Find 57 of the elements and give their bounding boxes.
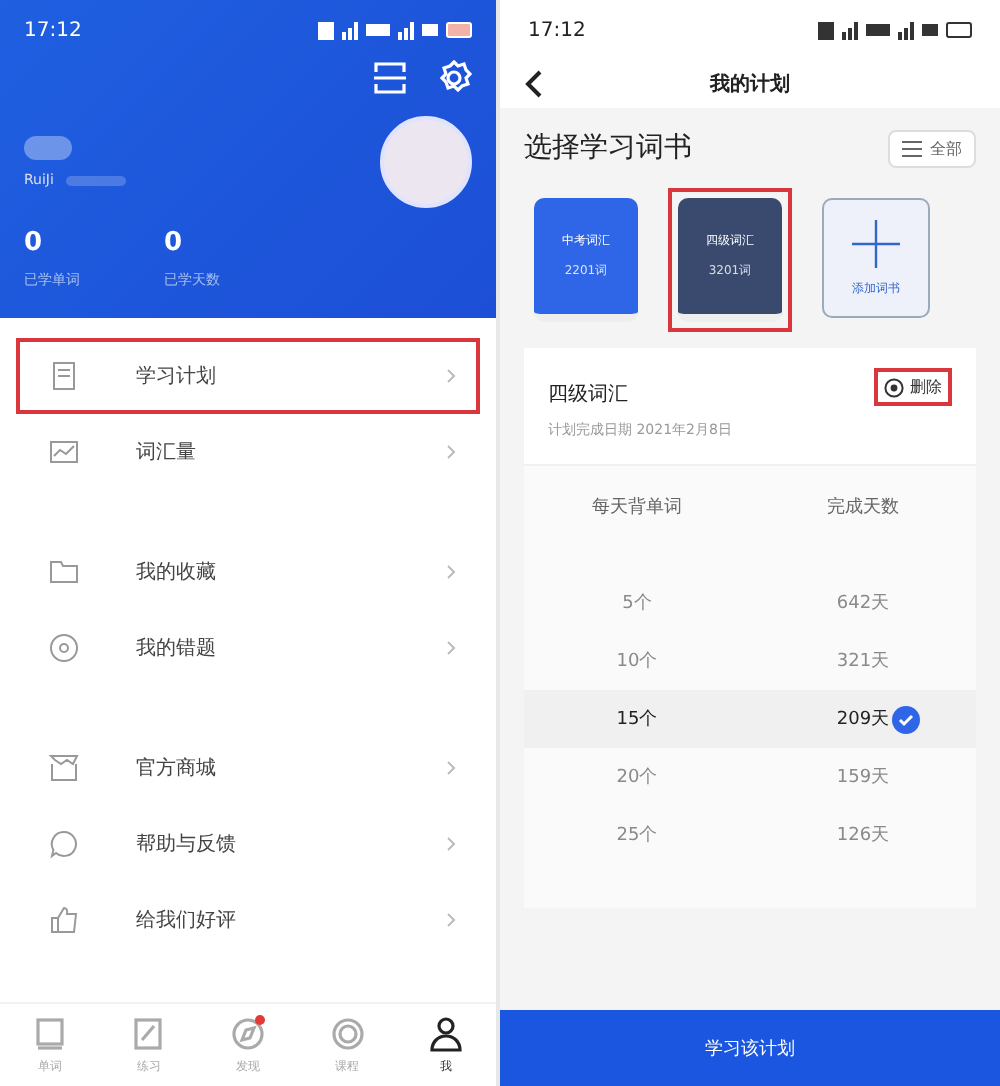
submit-button[interactable]: 学习该计划 xyxy=(500,1010,1000,1086)
plan-book-name: 四级词汇 xyxy=(548,382,630,408)
chevron-right-icon xyxy=(446,443,456,460)
battery-icon xyxy=(446,22,472,38)
signal-icon xyxy=(342,21,358,39)
chevron-right-icon xyxy=(446,911,456,928)
status-time: 17:12 xyxy=(24,19,82,41)
redacted-name xyxy=(24,136,72,160)
all-button[interactable]: 全部 xyxy=(888,129,976,167)
plan-option[interactable]: 10个 321天 xyxy=(524,632,976,690)
status-time: 17:12 xyxy=(528,19,586,41)
plus-icon xyxy=(852,219,900,267)
plan-option[interactable]: 25个 126天 xyxy=(524,806,976,864)
coin-icon xyxy=(327,1013,368,1054)
signal-icon xyxy=(398,21,414,39)
signal-icon xyxy=(898,21,914,39)
menu-item[interactable]: 词汇量 xyxy=(16,413,480,490)
thumbs-up-icon xyxy=(48,903,80,936)
target-icon xyxy=(884,377,904,397)
back-icon[interactable] xyxy=(524,70,544,98)
menu-item[interactable]: 官方商城 xyxy=(16,729,480,806)
chevron-right-icon xyxy=(446,639,456,656)
chat-icon xyxy=(48,827,80,860)
document-icon xyxy=(48,359,80,392)
section-title: 选择学习词书 xyxy=(524,130,692,166)
person-icon xyxy=(426,1013,467,1054)
plan-option[interactable]: 15个 209天 xyxy=(524,690,976,748)
list-icon xyxy=(902,139,922,157)
checkmark-icon xyxy=(892,705,920,733)
menu-item[interactable]: 我的收藏 xyxy=(16,533,480,610)
stat-value: 0 xyxy=(164,228,185,258)
compass-icon xyxy=(227,1013,268,1054)
page-title: 我的计划 xyxy=(710,71,790,98)
scan-icon[interactable] xyxy=(372,60,408,96)
menu-item[interactable]: 帮助与反馈 xyxy=(16,805,480,882)
store-icon xyxy=(48,751,80,784)
menu-item[interactable]: 我的错题 xyxy=(16,609,480,686)
signal-icon xyxy=(842,21,858,39)
stat-value: 0 xyxy=(24,228,45,258)
menu-item[interactable]: 学习计划 xyxy=(16,337,480,414)
chevron-right-icon xyxy=(446,759,456,776)
battery-icon xyxy=(946,22,972,38)
chart-icon xyxy=(48,435,80,468)
folder-icon xyxy=(48,555,80,588)
chevron-right-icon xyxy=(446,563,456,580)
menu-item[interactable]: 给我们好评 xyxy=(16,881,480,958)
delete-button[interactable]: 删除 xyxy=(874,368,952,406)
column-header: 每天背单词 xyxy=(590,495,684,519)
avatar[interactable] xyxy=(380,116,472,208)
redacted-id xyxy=(65,175,126,185)
chevron-right-icon xyxy=(446,835,456,852)
column-header: 完成天数 xyxy=(825,495,901,519)
chevron-right-icon xyxy=(446,367,456,384)
target-icon xyxy=(48,631,80,664)
plan-option[interactable]: 20个 159天 xyxy=(524,748,976,806)
settings-icon[interactable] xyxy=(436,60,472,96)
plan-option[interactable]: 5个 642天 xyxy=(524,574,976,632)
